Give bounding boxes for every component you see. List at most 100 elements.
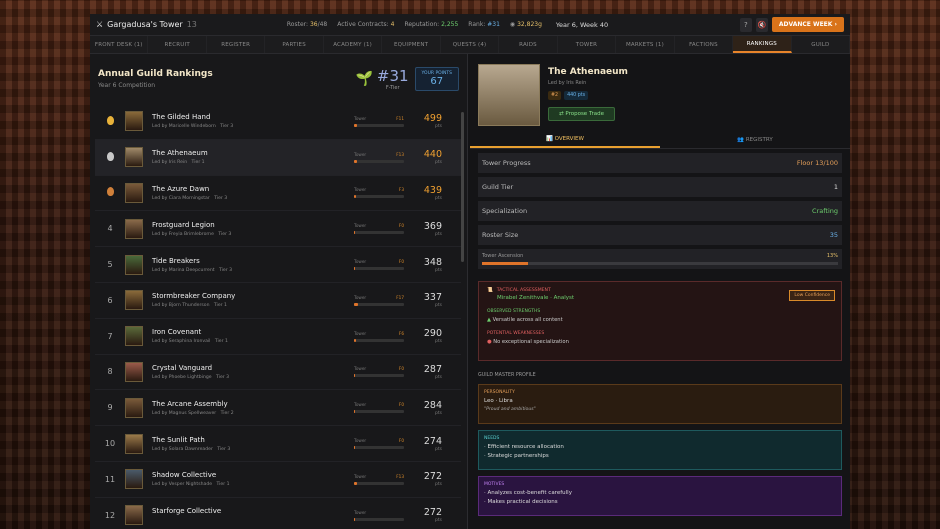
- guild-leader: Led by Iris Rein: [548, 80, 587, 86]
- guild-score: 337 pts: [423, 292, 442, 309]
- rank-number: 11: [104, 474, 116, 484]
- guild-name: Shadow Collective: [152, 471, 217, 480]
- strengths-label: OBSERVED STRENGTHS: [487, 309, 541, 314]
- guild-portrait: [125, 147, 143, 168]
- tab-register[interactable]: REGISTER: [207, 36, 266, 53]
- medal-icon: [106, 151, 114, 161]
- guild-leader: Led by Magnus Spellweaver Tier 2: [152, 410, 234, 416]
- my-points: YOUR POINTS 67: [414, 67, 459, 91]
- rankings-panel: Annual Guild Rankings Year 6 Competition…: [90, 54, 468, 529]
- tab-guild[interactable]: GUILD: [792, 36, 851, 53]
- tab-parties[interactable]: PARTIES: [265, 36, 324, 53]
- guild-portrait: [125, 433, 143, 454]
- tab-raids[interactable]: RAIDS: [499, 36, 558, 53]
- weaknesses-label: POTENTIAL WEAKNESSES: [487, 331, 545, 336]
- ranking-row[interactable]: 8 Crystal Vanguard Led by Phoebe Lightbi…: [95, 355, 461, 391]
- guild-portrait: [125, 182, 143, 203]
- rank-number: 5: [107, 260, 113, 270]
- tab-registry[interactable]: 👥 REGISTRY: [660, 132, 850, 148]
- guild-title: ⚔ Gargadusa's Tower 13: [96, 20, 197, 29]
- tower-progress: Tower F17: [354, 295, 404, 306]
- advance-week-button[interactable]: ADVANCE WEEK ›: [771, 17, 844, 32]
- guild-score: 348 pts: [423, 256, 442, 273]
- trade-icon: ⇄: [559, 111, 564, 117]
- ranking-row[interactable]: 4 Frostguard Legion Led by Freyia Brimle…: [95, 211, 461, 248]
- strength-item: ▲ Versatile across all content: [487, 317, 563, 323]
- guild-name: Iron Covenant: [152, 328, 202, 337]
- reputation-stat: Reputation: 2,255: [404, 21, 459, 28]
- ranking-row[interactable]: 10 The Sunlit Path Led by Solara Dawnrea…: [95, 426, 461, 462]
- resource-stats: Roster: 36/48 Active Contracts: 4 Reputa…: [287, 21, 542, 28]
- guild-score: 440 pts: [423, 149, 442, 166]
- guild-portrait: [125, 290, 143, 311]
- tab-factions[interactable]: FACTIONS: [675, 36, 734, 53]
- analyst-name: Mirabel Zenithvale · Analyst: [497, 295, 575, 301]
- guild-score: 272 pts: [423, 471, 442, 488]
- guild-leader: Led by Marina Deepcurrent Tier 3: [152, 267, 233, 273]
- tab-academy[interactable]: ACADEMY (1): [324, 36, 383, 53]
- guild-leader: Led by Seraphina Ironvail Tier 1: [152, 339, 228, 345]
- guild-portrait: [125, 218, 143, 239]
- medal-icon: [106, 115, 114, 125]
- pin-icon: ●: [487, 339, 492, 345]
- rank-number: 8: [107, 367, 113, 377]
- main-tabs: FRONT DESK (1) RECRUIT REGISTER PARTIES ACAD…: [90, 36, 851, 54]
- guild-score: 499 pts: [423, 113, 442, 130]
- ranking-row[interactable]: 6 Stormbreaker Company Led by Bjorn Thun…: [95, 283, 461, 319]
- top-bar: ⚔ Gargadusa's Tower 13 Roster: 36/48 Act…: [90, 14, 850, 36]
- guild-master-portrait: [478, 64, 540, 126]
- tower-progress: Tower F0: [354, 402, 404, 414]
- guild-leader: Led by Bjorn Thunderson Tier 1: [152, 303, 227, 309]
- tab-rankings[interactable]: RANKINGS: [733, 36, 792, 53]
- rank-number: 4: [107, 224, 113, 234]
- guild-name: Crystal Vanguard: [152, 363, 213, 372]
- crossed-swords-icon: ⚔: [96, 20, 104, 29]
- guild-score: 439 pts: [423, 184, 442, 201]
- ranking-row[interactable]: The Athenaeum Led by Iris Rein Tier 1 To…: [95, 139, 461, 176]
- sprout-icon: 🌱: [355, 71, 373, 87]
- guild-leader: Led by Freyia Brimlebrorne Tier 3: [152, 231, 232, 237]
- propose-trade-button[interactable]: ⇄ Propose Trade: [548, 107, 615, 121]
- ranking-row[interactable]: 12 Starforge Collective Tower 272 pts: [95, 498, 461, 529]
- ranking-row[interactable]: The Gilded Hand Led by Maricelle Windebo…: [95, 104, 461, 140]
- tab-recruit[interactable]: RECRUIT: [148, 36, 207, 53]
- tower-progress: Tower F0: [354, 259, 404, 271]
- guild-name: Starforge Collective: [152, 507, 222, 516]
- guild-leader: Led by Solara Dawnreader Tier 3: [152, 446, 231, 452]
- weakness-item: ● No exceptional specialization: [487, 339, 569, 345]
- guild-leader: Led by Iris Rein Tier 1: [152, 160, 205, 166]
- ascension-bar: [482, 262, 838, 265]
- tab-quests[interactable]: QUESTS (4): [441, 36, 500, 53]
- guild-name: Frostguard Legion: [152, 220, 215, 229]
- rank-number: 12: [104, 510, 116, 520]
- guild-name: Tide Breakers: [152, 256, 200, 265]
- tab-markets[interactable]: MARKETS (1): [616, 36, 675, 53]
- guild-score: 284 pts: [423, 399, 442, 416]
- guild-leader: Led by Maricelle Windeborn Tier 3: [152, 124, 234, 130]
- chart-icon: 📊: [546, 136, 553, 142]
- tower-ascension: Tower Ascension 13%: [478, 249, 842, 269]
- current-week: Year 6, Week 40: [555, 20, 609, 29]
- scroll-icon: 📜: [487, 288, 493, 293]
- rankings-scrollbar[interactable]: [461, 112, 464, 262]
- tower-progress: Tower F13: [354, 152, 404, 163]
- tower-progress: Tower F6: [354, 331, 404, 342]
- tactical-assessment: 📜 TACTICAL ASSESSMENT Mirabel Zenithvale …: [478, 281, 842, 361]
- ranking-row[interactable]: 7 Iron Covenant Led by Seraphina Ironvai…: [95, 319, 461, 355]
- rankings-subtitle: Year 6 Competition: [98, 82, 156, 89]
- guild-leader: Led by Vesper Nightshade Tier 1: [152, 482, 230, 488]
- motives-card: MOTIVES · Analyzes cost-benefit carefull…: [478, 476, 842, 516]
- guild-name: The Sunlit Path: [152, 435, 205, 444]
- points-badge: 440 pts: [564, 91, 589, 100]
- mute-icon[interactable]: 🔇: [755, 17, 768, 32]
- guild-score: 287 pts: [423, 363, 442, 380]
- tab-tower[interactable]: TOWER: [558, 36, 617, 53]
- ranking-row[interactable]: The Azure Dawn Led by Ciara Morningstar …: [95, 176, 461, 212]
- help-button[interactable]: ?: [739, 17, 752, 32]
- tab-overview[interactable]: 📊 OVERVIEW: [470, 132, 660, 148]
- ranking-row[interactable]: 9 The Arcane Assembly Led by Magnus Spel…: [95, 390, 461, 427]
- ranking-row[interactable]: 5 Tide Breakers Led by Marina Deepcurren…: [95, 247, 461, 283]
- tab-front-desk[interactable]: FRONT DESK (1): [90, 36, 149, 53]
- tab-equipment[interactable]: EQUIPMENT: [382, 36, 441, 53]
- ranking-row[interactable]: 11 Shadow Collective Led by Vesper Night…: [95, 462, 461, 498]
